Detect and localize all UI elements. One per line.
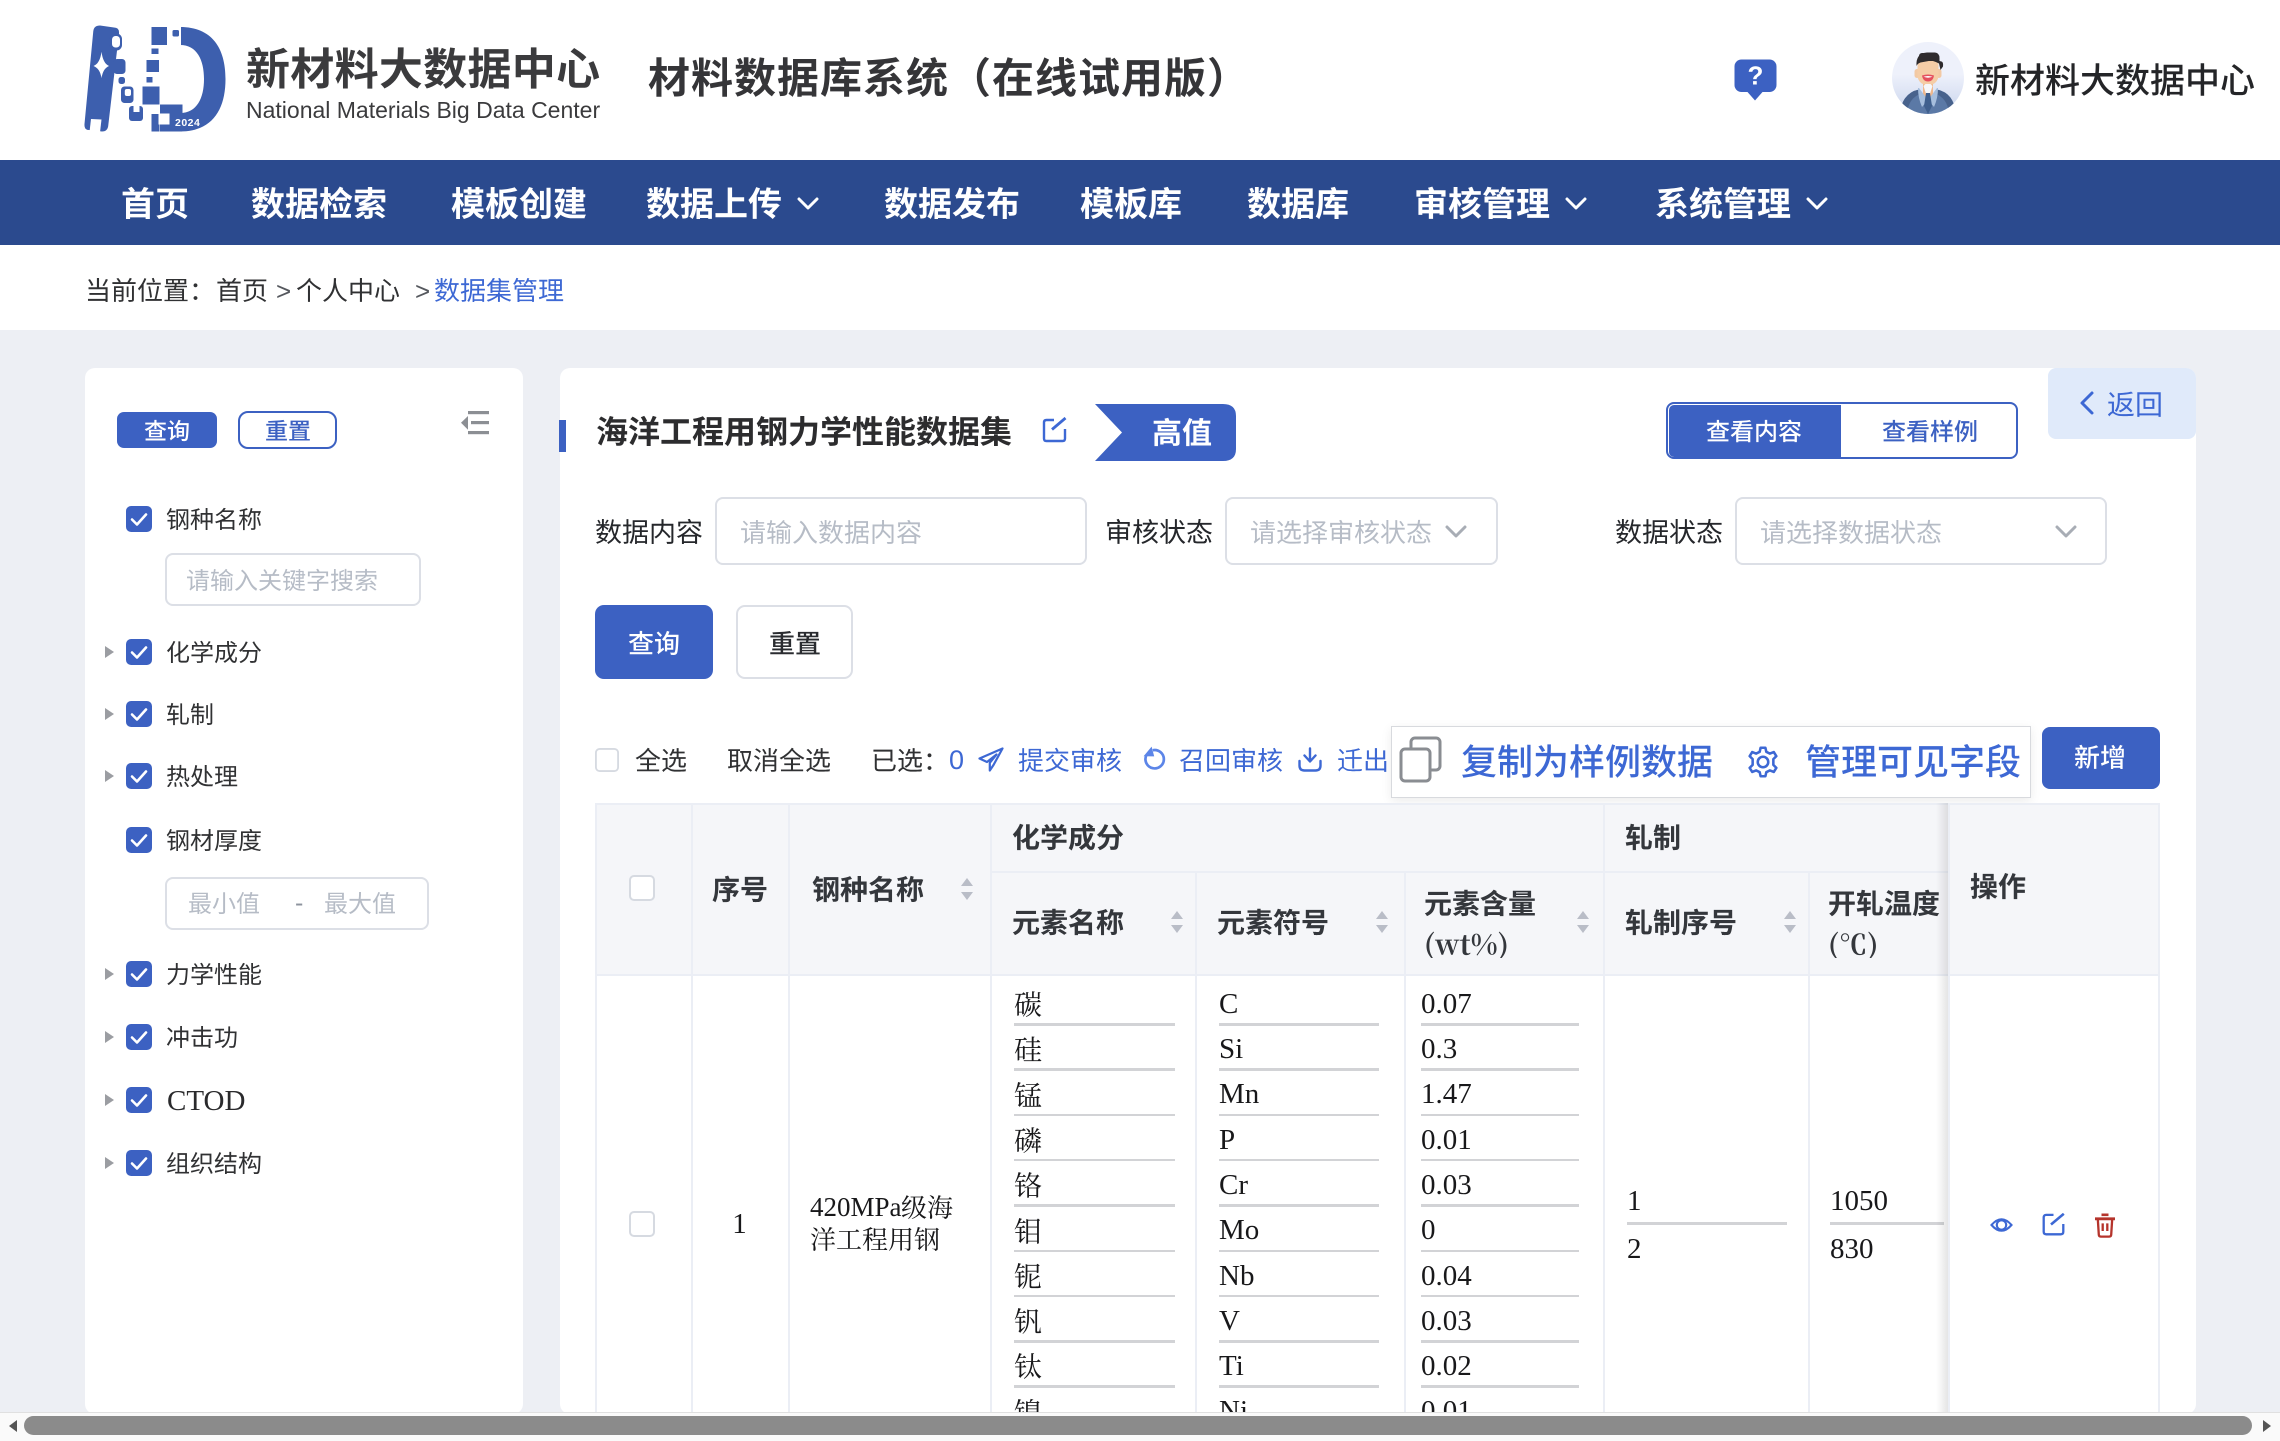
svg-text:?: ? bbox=[1748, 61, 1764, 91]
svg-text:2024: 2024 bbox=[175, 117, 200, 129]
